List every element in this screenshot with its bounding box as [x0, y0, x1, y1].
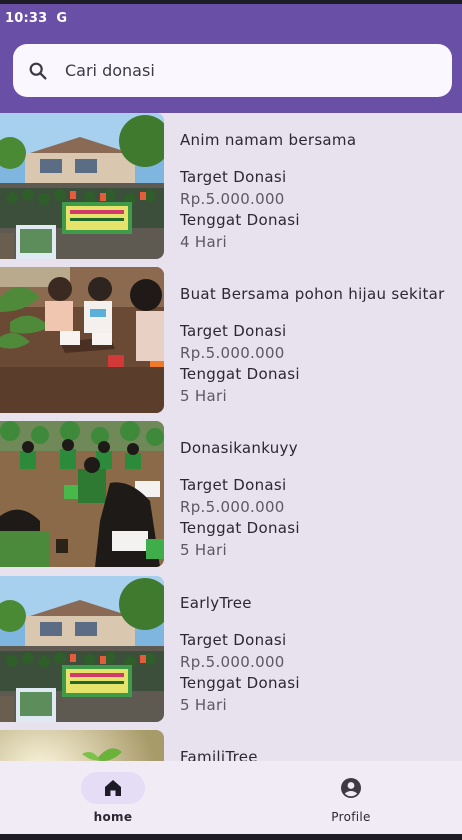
target-label: Target Donasi [180, 631, 287, 649]
search-bar[interactable]: Cari donasi [13, 44, 452, 97]
target-label: Target Donasi [180, 476, 287, 494]
deadline-label: Tenggat Donasi [180, 365, 300, 383]
status-bar: 10:33 G [0, 4, 462, 32]
target-value: Rp.5.000.000 [180, 190, 285, 208]
donation-title: Buat Bersama pohon hijau sekitar [180, 285, 445, 303]
nav-item-profile[interactable]: Profile [281, 761, 421, 840]
donation-list[interactable]: Anim namam bersama Target Donasi Rp.5.00… [0, 113, 462, 761]
deadline-label: Tenggat Donasi [180, 211, 300, 229]
deadline-value: 5 Hari [180, 541, 227, 559]
nav-label-home: home [93, 810, 133, 824]
bottom-navigation: home Profile [0, 761, 462, 840]
deadline-value: 5 Hari [180, 696, 227, 714]
app-header: Cari donasi [0, 32, 462, 113]
target-value: Rp.5.000.000 [180, 653, 285, 671]
donation-title: Anim namam bersama [180, 131, 357, 149]
google-icon: G [56, 10, 68, 26]
nav-label-profile: Profile [331, 810, 371, 824]
system-bottom-bar [0, 834, 462, 840]
donation-image [0, 576, 164, 722]
donation-card[interactable]: FamiliTree [0, 730, 462, 761]
deadline-label: Tenggat Donasi [180, 674, 300, 692]
donation-card[interactable]: Anim namam bersama Target Donasi Rp.5.00… [0, 113, 462, 263]
deadline-label: Tenggat Donasi [180, 519, 300, 537]
target-label: Target Donasi [180, 322, 287, 340]
donation-image [0, 113, 164, 259]
target-value: Rp.5.000.000 [180, 344, 285, 362]
donation-image [0, 267, 164, 413]
target-value: Rp.5.000.000 [180, 498, 285, 516]
donation-title: Donasikankuyy [180, 439, 298, 457]
nav-item-home[interactable]: home [43, 761, 183, 840]
deadline-value: 4 Hari [180, 233, 227, 251]
search-input[interactable]: Cari donasi [65, 61, 155, 80]
account-circle-icon [341, 778, 361, 798]
donation-card[interactable]: Buat Bersama pohon hijau sekitar Target … [0, 267, 462, 417]
donation-title: FamiliTree [180, 748, 258, 761]
donation-title: EarlyTree [180, 594, 252, 612]
search-icon [29, 62, 47, 80]
donation-card[interactable]: EarlyTree Target Donasi Rp.5.000.000 Ten… [0, 576, 462, 726]
deadline-value: 5 Hari [180, 387, 227, 405]
target-label: Target Donasi [180, 168, 287, 186]
donation-card[interactable]: Donasikankuyy Target Donasi Rp.5.000.000… [0, 421, 462, 571]
donation-image [0, 421, 164, 567]
status-time: 10:33 [5, 10, 48, 26]
donation-image [0, 730, 164, 761]
home-icon [105, 780, 121, 796]
